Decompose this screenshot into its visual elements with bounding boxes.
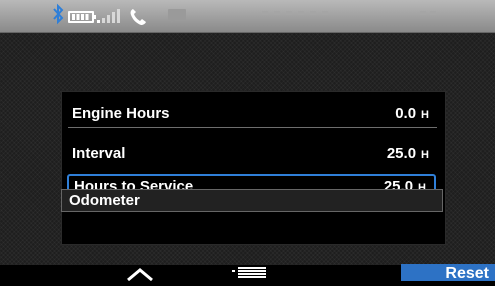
message-icon	[167, 8, 187, 24]
main-area: Engine Hours 0.0 H Interval 25.0 H Hours t…	[0, 33, 495, 265]
battery-icon	[68, 11, 96, 23]
menu-icon[interactable]	[230, 267, 266, 281]
interval-row[interactable]: Interval 25.0 H	[68, 142, 437, 166]
row-value: 25.0 H	[386, 145, 429, 162]
engine-hours-row[interactable]: Engine Hours 0.0 H	[68, 102, 437, 126]
reset-button[interactable]: Reset	[401, 264, 495, 282]
odometer-label: Odometer	[69, 192, 140, 209]
row-value: 0.0 H	[395, 105, 429, 122]
status-bar	[0, 0, 495, 33]
status-placeholder	[420, 11, 438, 15]
odometer-row[interactable]: Odometer	[61, 189, 443, 212]
bluetooth-icon	[52, 3, 64, 29]
divider	[68, 127, 437, 128]
signal-icon	[97, 9, 123, 23]
service-panel: Engine Hours 0.0 H Interval 25.0 H Hours t…	[61, 91, 446, 245]
chevron-up-icon[interactable]	[122, 266, 158, 282]
row-label: Interval	[72, 145, 126, 162]
row-label: Engine Hours	[72, 105, 170, 122]
status-placeholder	[262, 11, 332, 15]
phone-icon	[129, 8, 147, 26]
